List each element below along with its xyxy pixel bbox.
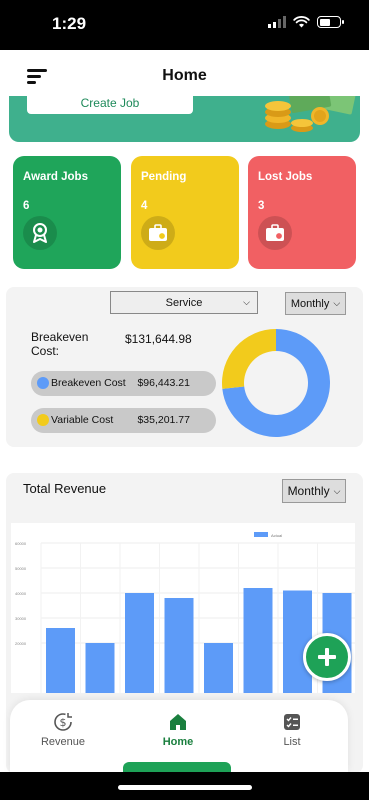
lost-jobs-count: 3	[258, 200, 265, 212]
variable-cost-pill: Variable Cost $35,201.77	[31, 408, 216, 433]
variable-cost-label: Variable Cost	[51, 414, 114, 426]
legend-label: Actual	[271, 533, 282, 538]
tab-revenue[interactable]: $ Revenue	[18, 712, 108, 752]
top-bar: Home	[0, 50, 369, 96]
revenue-bar	[243, 588, 273, 693]
service-select-value: Service	[165, 296, 203, 309]
status-icons	[268, 16, 344, 28]
variable-color-dot	[37, 414, 49, 426]
briefcase-x-icon	[258, 216, 292, 250]
breakeven-cost-label: Breakeven Cost	[51, 377, 126, 389]
chevron-down-icon: ⌵	[243, 297, 250, 307]
job-stat-cards: Award Jobs 6 Pending 4 Lost Jobs 3	[13, 156, 356, 269]
variable-cost-value: $35,201.77	[137, 414, 190, 426]
award-jobs-title: Award Jobs	[23, 171, 88, 183]
checklist-icon	[284, 714, 300, 730]
app-screen: Home Create Job Award Jobs 6 Pending 4 L…	[0, 50, 369, 772]
briefcase-clock-icon	[141, 216, 175, 250]
tab-home[interactable]: Home	[133, 712, 223, 752]
y-tick-label: 60000	[15, 541, 27, 546]
breakeven-cost-value: $96,443.21	[137, 377, 190, 389]
donut-segment	[222, 329, 276, 389]
revenue-bar	[85, 643, 115, 693]
bottom-tab-bar: $ Revenue Home List	[10, 700, 348, 772]
signal-icon	[268, 16, 286, 28]
breakeven-section: Service ⌵ Monthly ⌵ Breakeven Cost: $131…	[6, 287, 363, 447]
chevron-down-icon: ⌵	[333, 485, 341, 496]
award-jobs-count: 6	[23, 200, 30, 212]
revenue-bar-chart: 60000 50000 40000 30000 20000 Actual	[11, 523, 355, 693]
cost-donut-chart	[222, 329, 330, 437]
award-jobs-card[interactable]: Award Jobs 6	[13, 156, 121, 269]
y-tick-label: 40000	[15, 591, 27, 596]
battery-icon	[317, 16, 344, 28]
breakeven-cost-pill: Breakeven Cost $96,443.21	[31, 371, 216, 396]
y-tick-label: 20000	[15, 641, 27, 646]
page-title: Home	[162, 67, 207, 84]
plus-icon	[318, 648, 336, 666]
revenue-period-value: Monthly	[287, 484, 330, 498]
create-job-banner: Create Job	[9, 92, 360, 142]
breakeven-label: Breakeven Cost:	[31, 330, 89, 358]
add-button[interactable]	[303, 633, 351, 681]
pending-jobs-count: 4	[141, 200, 148, 212]
active-tab-indicator	[123, 762, 231, 772]
legend-swatch	[254, 532, 268, 537]
money-coins-illustration	[265, 92, 356, 132]
lost-jobs-card[interactable]: Lost Jobs 3	[248, 156, 356, 269]
chevron-down-icon: ⌵	[333, 298, 341, 308]
revenue-bar	[204, 643, 233, 693]
revenue-period-select[interactable]: Monthly ⌵	[282, 479, 346, 503]
revenue-bar	[46, 628, 75, 693]
tab-home-label: Home	[162, 736, 194, 748]
total-revenue-title: Total Revenue	[23, 481, 107, 496]
svg-text:$: $	[60, 716, 67, 729]
award-icon	[23, 216, 57, 250]
breakeven-total: $131,644.98	[125, 332, 192, 346]
revenue-bar	[164, 598, 194, 693]
y-tick-label: 30000	[15, 616, 27, 621]
service-select[interactable]: Service ⌵	[110, 291, 258, 314]
revenue-bar	[125, 593, 154, 693]
status-bar: 1:29	[0, 0, 369, 50]
tab-list[interactable]: List	[247, 712, 337, 752]
home-icon	[170, 714, 186, 730]
breakeven-period-value: Monthly	[290, 297, 330, 310]
tab-list-label: List	[283, 736, 301, 748]
breakeven-color-dot	[37, 377, 49, 389]
breakeven-period-select[interactable]: Monthly ⌵	[285, 292, 346, 315]
lost-jobs-title: Lost Jobs	[258, 171, 313, 183]
home-indicator	[0, 772, 369, 800]
wifi-icon	[293, 16, 310, 28]
pending-jobs-title: Pending	[141, 171, 187, 183]
pending-jobs-card[interactable]: Pending 4	[131, 156, 239, 269]
dollar-refresh-icon: $	[54, 713, 72, 731]
y-tick-label: 50000	[15, 566, 27, 571]
status-time: 1:29	[52, 14, 87, 33]
tab-revenue-label: Revenue	[40, 736, 86, 748]
